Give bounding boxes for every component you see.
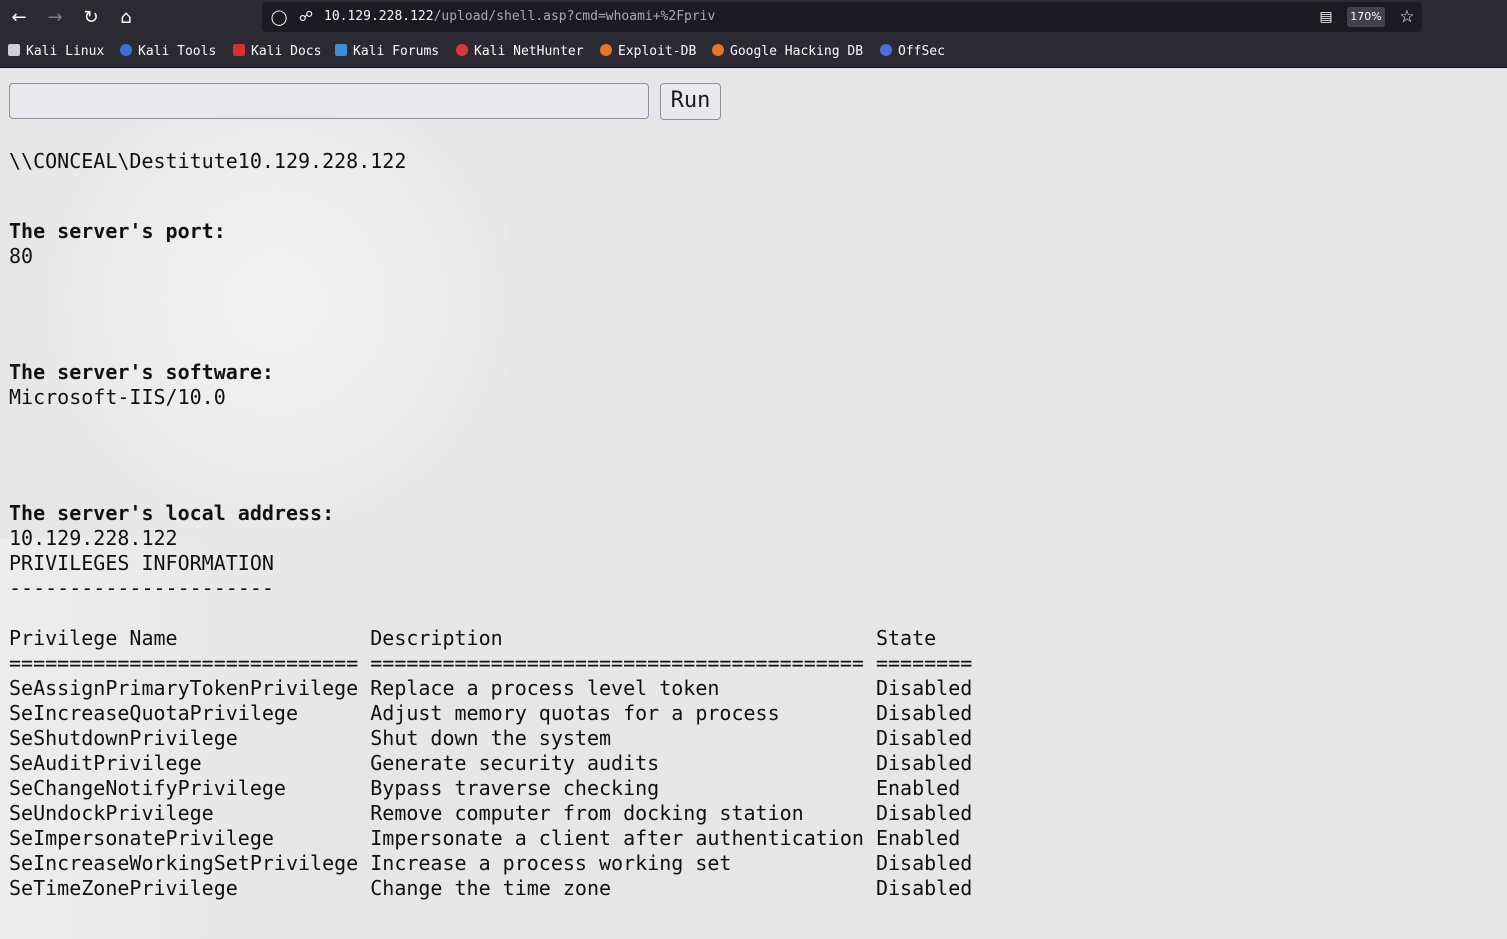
table-row: SeTimeZonePrivilege Change the time zone…	[9, 876, 973, 900]
browser-toolbar: ← → ↻ ⌂ ◯ ☍ 10.129.228.122/upload/shell.…	[0, 0, 1507, 35]
url-text: 10.129.228.122/upload/shell.asp?cmd=whoa…	[324, 9, 715, 24]
software-value: Microsoft-IIS/10.0	[9, 385, 226, 409]
whoami-output: \\CONCEAL\Destitute10.129.228.122	[9, 149, 407, 173]
kali-forums-icon	[335, 44, 347, 56]
insecure-lock-icon[interactable]: ☍	[295, 6, 317, 28]
reload-icon[interactable]: ↻	[80, 7, 102, 29]
privileges-heading: PRIVILEGES INFORMATION	[9, 551, 274, 575]
table-row: SeImpersonatePrivilege Impersonate a cli…	[9, 826, 961, 850]
bookmark-kali-linux[interactable]: Kali Linux	[8, 44, 104, 59]
kali-dragon-icon	[8, 44, 20, 56]
table-row: SeAuditPrivilege Generate security audit…	[9, 751, 973, 775]
address-label: The server's local address:	[9, 501, 335, 525]
privileges-table-separator: ============================= ==========…	[9, 651, 973, 675]
table-row: SeChangeNotifyPrivilege Bypass traverse …	[9, 776, 961, 800]
table-row: SeShutdownPrivilege Shut down the system…	[9, 726, 973, 750]
table-row: SeIncreaseQuotaPrivilege Adjust memory q…	[9, 701, 973, 725]
bookmark-kali-forums[interactable]: Kali Forums	[335, 44, 439, 59]
bookmark-star-icon[interactable]: ☆	[1396, 6, 1418, 28]
privileges-table-header: Privilege Name Description State	[9, 626, 937, 650]
bookmark-google-hacking-db[interactable]: Google Hacking DB	[712, 44, 863, 59]
table-row: SeUndockPrivilege Remove computer from d…	[9, 801, 973, 825]
reader-view-icon[interactable]: ▤	[1315, 6, 1337, 28]
address-bar[interactable]: ◯ ☍ 10.129.228.122/upload/shell.asp?cmd=…	[262, 2, 1422, 32]
bookmark-exploit-db[interactable]: Exploit-DB	[600, 44, 696, 59]
exploit-db-icon	[600, 44, 612, 56]
kali-tools-icon	[120, 44, 132, 56]
url-path: /upload/shell.asp?cmd=whoami+%2Fpriv	[433, 9, 716, 24]
table-row: SeAssignPrimaryTokenPrivilege Replace a …	[9, 676, 973, 700]
bookmark-kali-docs[interactable]: Kali Docs	[233, 44, 321, 59]
bookmark-kali-tools[interactable]: Kali Tools	[120, 44, 216, 59]
zoom-level-button[interactable]: 170%	[1347, 7, 1385, 27]
bookmark-kali-nethunter[interactable]: Kali NetHunter	[456, 44, 584, 59]
table-row: SeIncreaseWorkingSetPrivilege Increase a…	[9, 851, 973, 875]
port-label: The server's port:	[9, 219, 226, 243]
kali-docs-icon	[233, 44, 245, 56]
url-host: 10.129.228.122	[324, 9, 434, 24]
kali-nethunter-icon	[456, 44, 468, 56]
ghdb-icon	[712, 44, 724, 56]
offsec-icon	[880, 44, 892, 56]
back-arrow-icon[interactable]: ←	[8, 7, 30, 29]
bookmarks-toolbar: Kali Linux Kali Tools Kali Docs Kali For…	[0, 35, 1507, 68]
forward-arrow-icon[interactable]: →	[44, 7, 66, 29]
home-icon[interactable]: ⌂	[115, 7, 137, 29]
address-value: 10.129.228.122	[9, 526, 178, 550]
page-content: Run \\CONCEAL\Destitute10.129.228.122 Th…	[0, 68, 1507, 939]
port-value: 80	[9, 244, 34, 268]
run-button[interactable]: Run	[660, 83, 721, 120]
shield-icon[interactable]: ◯	[268, 6, 290, 28]
privileges-underline: ----------------------	[9, 576, 274, 600]
software-label: The server's software:	[9, 360, 274, 384]
command-input[interactable]	[9, 83, 649, 119]
bookmark-offsec[interactable]: OffSec	[880, 44, 945, 59]
